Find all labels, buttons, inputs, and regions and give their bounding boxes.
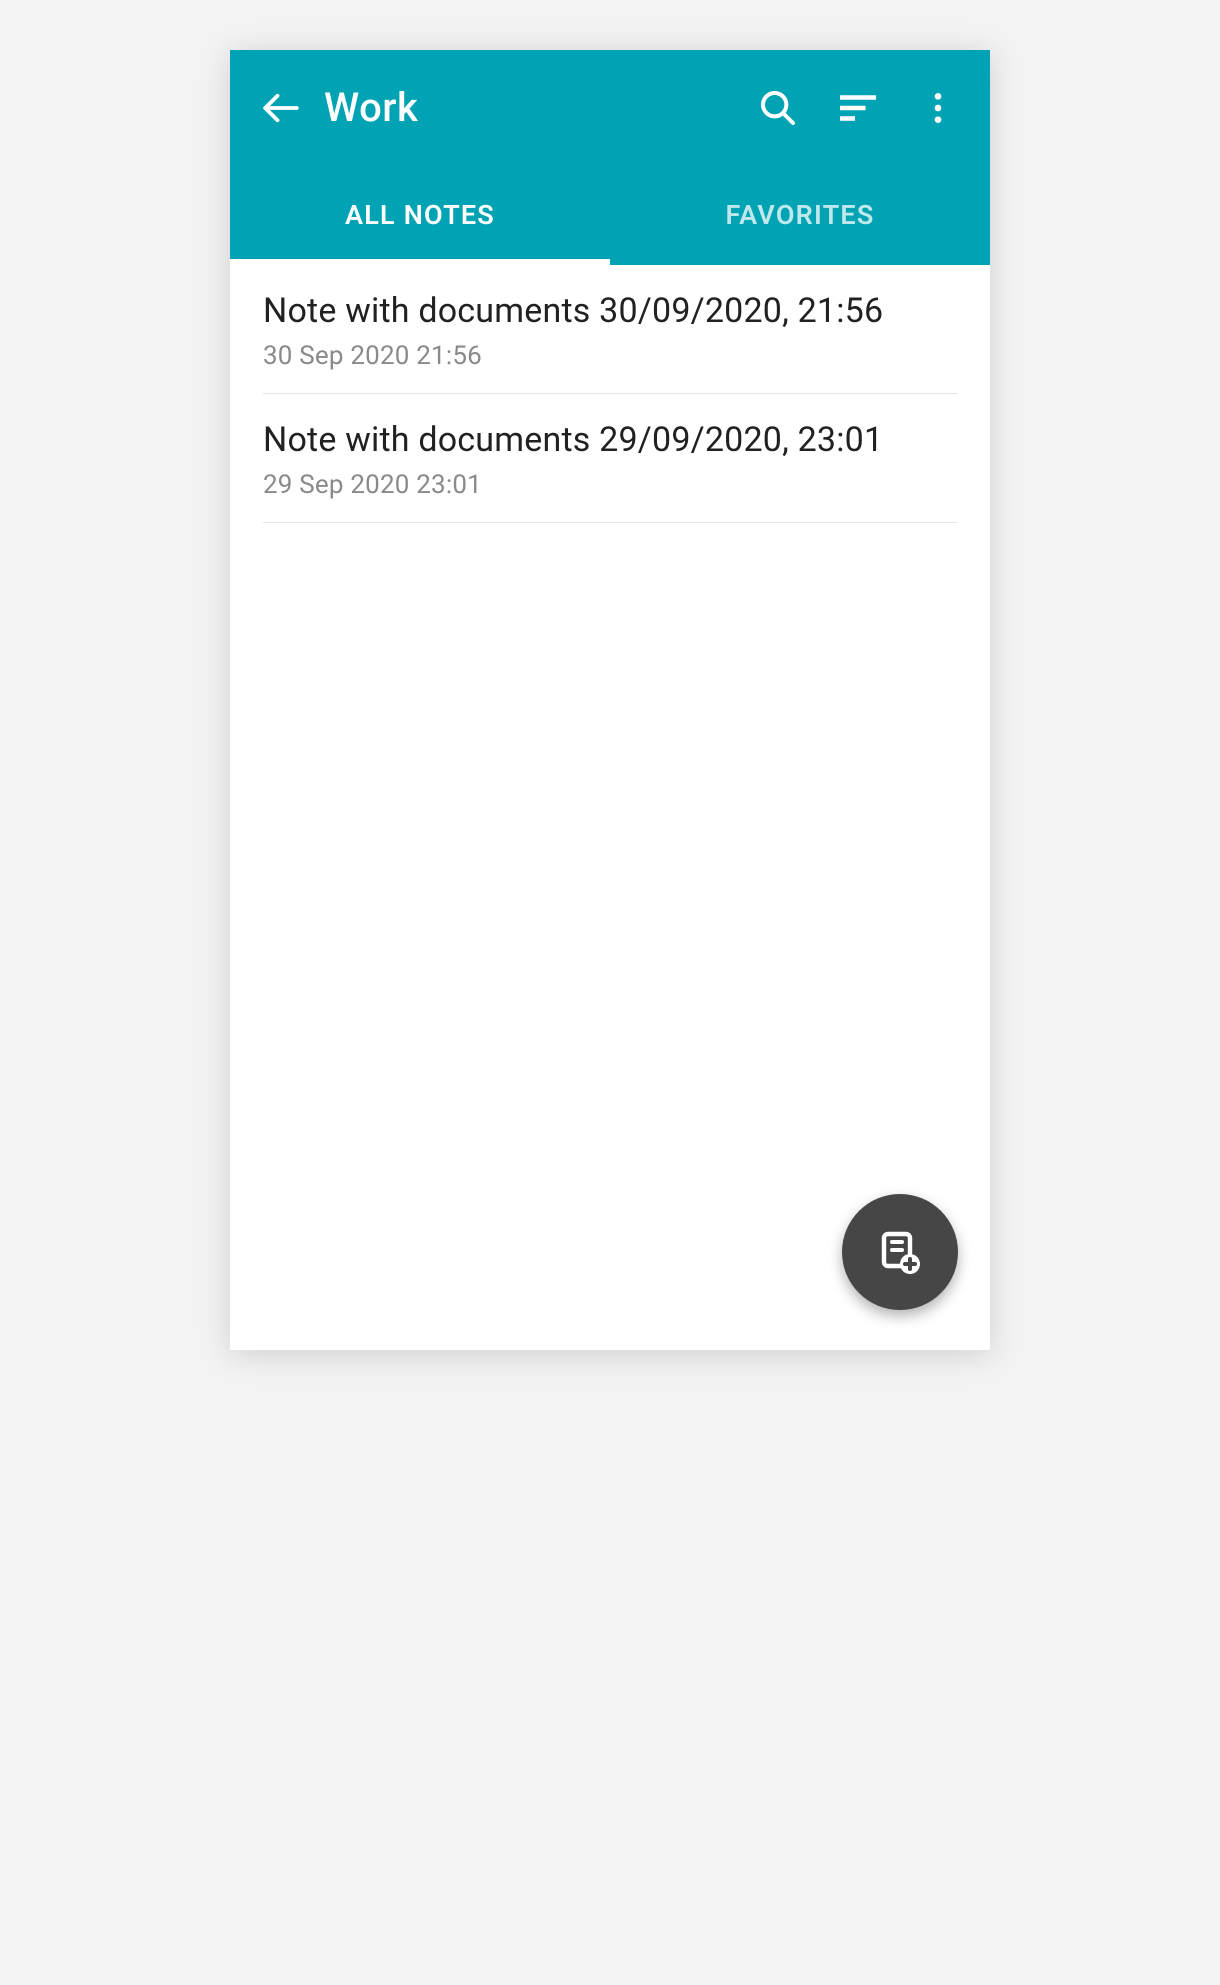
note-date: 29 Sep 2020 23:01 bbox=[263, 470, 957, 500]
tab-all-notes[interactable]: ALL NOTES bbox=[230, 165, 610, 265]
more-vertical-icon bbox=[918, 88, 958, 128]
search-button[interactable] bbox=[746, 76, 810, 140]
notes-list: Note with documents 30/09/2020, 21:56 30… bbox=[230, 265, 990, 523]
note-list-item[interactable]: Note with documents 30/09/2020, 21:56 30… bbox=[263, 265, 957, 394]
note-list-item[interactable]: Note with documents 29/09/2020, 23:01 29… bbox=[263, 394, 957, 523]
back-button[interactable] bbox=[256, 83, 306, 133]
note-date: 30 Sep 2020 21:56 bbox=[263, 341, 957, 371]
add-note-fab[interactable] bbox=[842, 1194, 958, 1310]
search-icon bbox=[758, 88, 798, 128]
more-options-button[interactable] bbox=[906, 76, 970, 140]
page-title: Work bbox=[324, 84, 730, 131]
tab-favorites[interactable]: FAVORITES bbox=[610, 165, 990, 265]
note-title: Note with documents 30/09/2020, 21:56 bbox=[263, 291, 957, 331]
add-note-icon bbox=[876, 1228, 924, 1276]
app-bar: Work bbox=[230, 50, 990, 165]
back-arrow-icon bbox=[260, 87, 302, 129]
app-frame: Work ALL NOTES FAVORITES bbox=[230, 50, 990, 1350]
note-title: Note with documents 29/09/2020, 23:01 bbox=[263, 420, 957, 460]
sort-button[interactable] bbox=[826, 76, 890, 140]
sort-icon bbox=[837, 87, 879, 129]
tabs-bar: ALL NOTES FAVORITES bbox=[230, 165, 990, 265]
